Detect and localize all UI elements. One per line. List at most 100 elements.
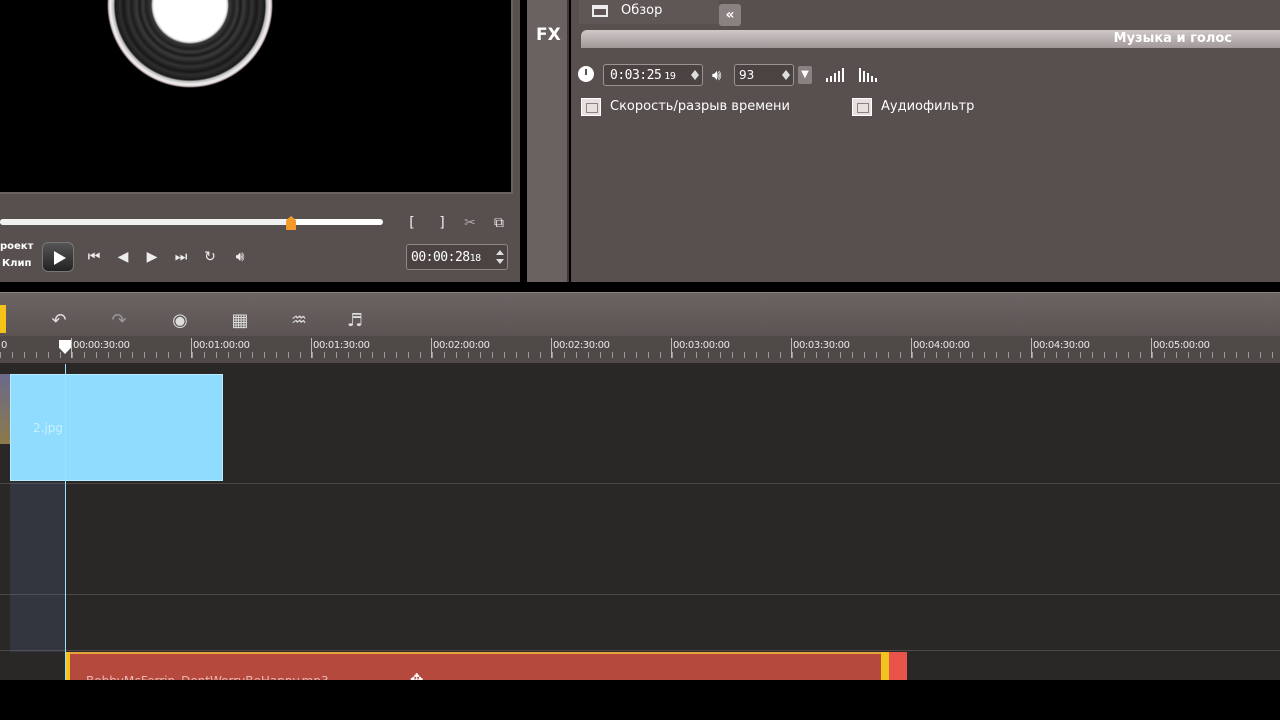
clip-volume-field[interactable]: 93 xyxy=(734,64,794,86)
ruler-minor-tick xyxy=(12,352,13,358)
ruler-minor-tick xyxy=(168,352,169,358)
ruler-minor-tick xyxy=(1248,352,1249,358)
track-divider xyxy=(0,483,1280,484)
enlarge-preview-icon[interactable]: ⧉ xyxy=(489,213,509,233)
ruler-minor-tick xyxy=(360,352,361,358)
timecode-field[interactable]: 00:00:2818 xyxy=(406,244,508,270)
speed-icon xyxy=(581,98,601,116)
timecode-down-icon[interactable] xyxy=(496,259,504,264)
ruler-minor-tick xyxy=(120,352,121,358)
timeline-tracks[interactable]: 2.jpg BobbyMcFerrin_DontWorryBeHappy.mp3… xyxy=(0,364,1280,689)
ruler-minor-tick xyxy=(744,352,745,358)
video-clip[interactable]: 2.jpg xyxy=(10,374,223,481)
ruler-minor-tick xyxy=(540,352,541,358)
ruler-minor-tick xyxy=(1260,352,1261,358)
capture-icon[interactable]: ▦ xyxy=(228,309,252,333)
ruler-minor-tick xyxy=(1020,352,1021,358)
ruler-minor-tick xyxy=(408,352,409,358)
ruler-minor-tick xyxy=(108,352,109,358)
ruler-minor-tick xyxy=(72,352,73,358)
record-icon[interactable]: ◉ xyxy=(168,309,192,333)
duration-field[interactable]: 0:03:25 19 xyxy=(603,64,703,86)
playhead-line xyxy=(65,364,66,680)
play-button[interactable] xyxy=(42,242,74,272)
timecode-up-icon[interactable] xyxy=(496,250,504,255)
ruler-minor-tick xyxy=(840,352,841,358)
ruler-minor-tick xyxy=(1116,352,1117,358)
ruler-tick-label: 00:03:00:00 xyxy=(673,340,730,351)
browse-button[interactable]: Обзор xyxy=(579,0,719,24)
ruler-minor-tick xyxy=(312,352,313,358)
previous-frame-icon[interactable]: ◀ xyxy=(113,247,133,267)
go-to-start-icon[interactable]: ⏮ xyxy=(84,247,104,267)
mode-clip-label[interactable]: Клип xyxy=(2,258,31,269)
ruler-minor-tick xyxy=(768,352,769,358)
video-clip-thumbnail xyxy=(0,374,10,444)
undo-icon[interactable]: ↶ xyxy=(47,309,71,333)
ruler-minor-tick xyxy=(1092,352,1093,358)
clip-volume-icon: 🔊︎ xyxy=(712,66,722,84)
ruler-minor-tick xyxy=(1200,352,1201,358)
ruler-minor-tick xyxy=(1044,352,1045,358)
folder-icon xyxy=(592,5,608,17)
ruler-minor-tick xyxy=(888,352,889,358)
volume-icon[interactable]: 🔊︎ xyxy=(230,247,250,267)
video-clip-label: 2.jpg xyxy=(33,421,64,435)
go-to-end-icon[interactable]: ⏭ xyxy=(171,247,191,267)
ruler-minor-tick xyxy=(192,352,193,358)
ruler-minor-tick xyxy=(456,352,457,358)
audio-clip[interactable]: BobbyMcFerrin_DontWorryBeHappy.mp3 xyxy=(66,652,888,688)
timeline-ruler[interactable]: 0 00:00:30:00 00:01:00:00 00:01:30:00 00:02… xyxy=(0,336,1280,364)
fade-out-icon[interactable] xyxy=(859,68,877,82)
ruler-minor-tick xyxy=(756,352,757,358)
ruler-minor-tick xyxy=(960,352,961,358)
audio-clip-trim-end[interactable] xyxy=(881,652,889,682)
ruler-minor-tick xyxy=(264,352,265,358)
ruler-minor-tick xyxy=(696,352,697,358)
ruler-minor-tick xyxy=(636,352,637,358)
collapse-panel-icon[interactable]: « xyxy=(719,4,741,26)
auto-music-icon[interactable]: ♬ xyxy=(343,309,367,333)
ruler-minor-tick xyxy=(60,352,61,358)
audio-clip-trim-start[interactable] xyxy=(66,652,70,682)
next-frame-icon[interactable]: ▶ xyxy=(142,247,162,267)
toolbar-marker xyxy=(0,305,6,333)
ruler-minor-tick xyxy=(276,352,277,358)
ruler-minor-tick xyxy=(552,352,553,358)
mode-project-label[interactable]: роект xyxy=(0,241,33,252)
duration-value: 0:03:25 xyxy=(610,68,662,83)
mark-in-icon[interactable]: [ xyxy=(402,213,422,233)
repeat-icon[interactable]: ↻ xyxy=(200,247,220,267)
ruler-minor-tick xyxy=(528,352,529,358)
fx-button[interactable]: FX xyxy=(536,25,561,45)
preview-scrub-track[interactable] xyxy=(0,219,383,225)
ruler-minor-tick xyxy=(156,352,157,358)
mark-out-icon[interactable]: ] xyxy=(432,213,452,233)
volume-down-icon[interactable] xyxy=(782,75,790,80)
fade-in-icon[interactable] xyxy=(826,68,844,82)
ruler-minor-tick xyxy=(1032,352,1033,358)
ruler-minor-tick xyxy=(864,352,865,358)
ruler-minor-tick xyxy=(1164,352,1165,358)
redo-icon[interactable]: ↷ xyxy=(107,309,131,333)
ruler-minor-tick xyxy=(96,352,97,358)
ruler-tick-label: 00:00:30:00 xyxy=(73,340,130,351)
audio-clip-tail xyxy=(889,652,907,682)
ruler-minor-tick xyxy=(468,352,469,358)
section-title: Музыка и голос xyxy=(1113,31,1232,46)
section-header: Музыка и голос xyxy=(581,30,1280,48)
ruler-tick-label: 00:02:30:00 xyxy=(553,340,610,351)
duration-down-icon[interactable] xyxy=(691,75,699,80)
volume-dropdown-icon[interactable]: ▼ xyxy=(798,66,812,84)
ruler-minor-tick xyxy=(816,352,817,358)
ruler-minor-tick xyxy=(660,352,661,358)
preview-panel: [ ] ✂ ⧉ роект Клип ⏮ ◀ ▶ ⏭ ↻ 🔊︎ 00:00:28… xyxy=(0,0,520,282)
audio-mix-icon[interactable]: ♒ xyxy=(287,309,311,333)
ruler-minor-tick xyxy=(252,352,253,358)
ruler-minor-tick xyxy=(0,352,1,358)
timecode-frame: 18 xyxy=(469,253,482,264)
ruler-minor-tick xyxy=(1236,352,1237,358)
audio-filter-icon xyxy=(852,98,872,116)
ruler-minor-tick xyxy=(912,352,913,358)
cut-icon[interactable]: ✂ xyxy=(460,213,480,233)
